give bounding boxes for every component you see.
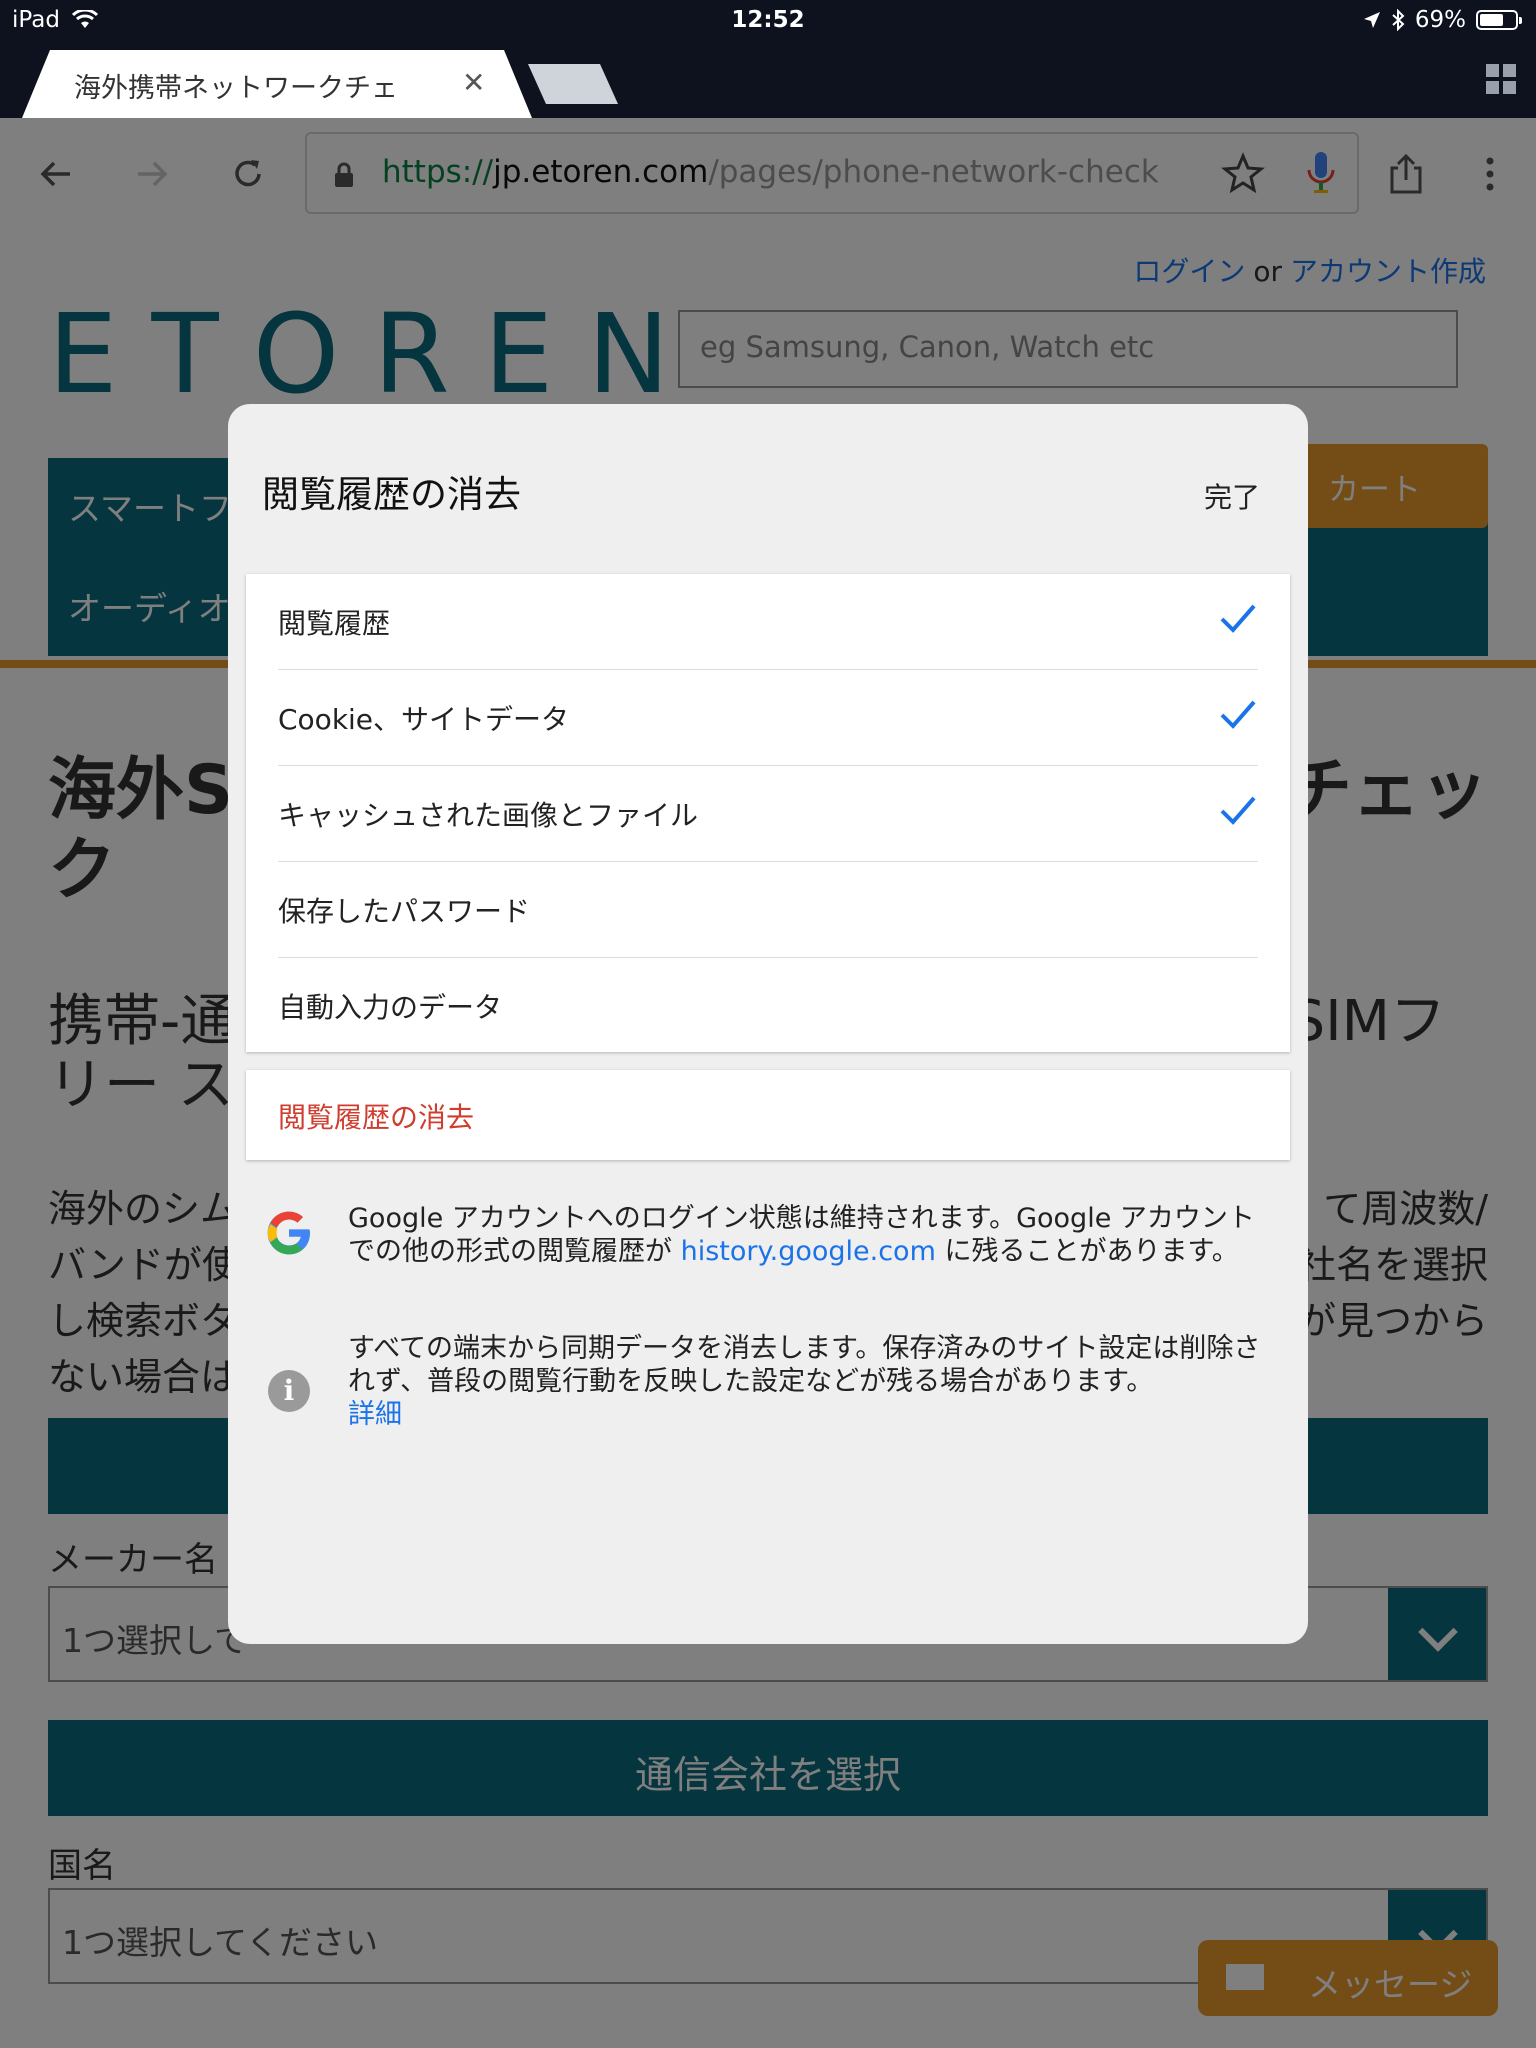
tab-strip: 海外携帯ネットワークチェ ✕	[0, 42, 1536, 118]
data-type-option-label: Cookie、サイトデータ	[278, 703, 570, 736]
tab-close-icon[interactable]: ✕	[462, 66, 485, 99]
details-link[interactable]: 詳細	[348, 1398, 1274, 1431]
data-type-option-label: 閲覧履歴	[278, 607, 391, 640]
data-type-option[interactable]: 保存したパスワード	[278, 862, 1258, 958]
google-account-note-text: Google アカウントへのログイン状態は維持されます。Google アカウント…	[348, 1202, 1274, 1268]
clear-browsing-data-dialog: 閲覧履歴の消去 完了 閲覧履歴 Cookie、サイトデータキャッシュされた画像とフ…	[228, 404, 1308, 1644]
data-type-list: 閲覧履歴 Cookie、サイトデータキャッシュされた画像とファイル 保存したパスワー…	[246, 574, 1290, 1052]
data-type-option[interactable]: Cookie、サイトデータ	[278, 670, 1258, 766]
status-bar: iPad 12:52 69%	[0, 0, 1536, 42]
sync-note-body: すべての端末から同期データを消去します。保存済みのサイト設定は削除されず、普段の…	[348, 1333, 1261, 1397]
google-note-text-after: に残ることがあります。	[935, 1236, 1239, 1267]
bluetooth-icon	[1392, 9, 1405, 31]
clear-browsing-data-label: 閲覧履歴の消去	[278, 1101, 475, 1134]
data-type-option[interactable]: 自動入力のデータ	[278, 958, 1258, 1054]
tab-title[interactable]: 海外携帯ネットワークチェ	[74, 66, 434, 105]
checkmark-icon	[1220, 796, 1256, 825]
info-icon: i	[268, 1370, 310, 1412]
location-icon	[1363, 12, 1380, 28]
data-type-option[interactable]: キャッシュされた画像とファイル	[278, 766, 1258, 862]
battery-percent: 69%	[1414, 7, 1466, 33]
clock: 12:52	[731, 7, 805, 33]
battery-icon	[1476, 10, 1522, 30]
sync-note-text: すべての端末から同期データを消去します。保存済みのサイト設定は削除されず、普段の…	[348, 1332, 1274, 1431]
history-google-link[interactable]: history.google.com	[681, 1236, 936, 1267]
google-g-icon	[267, 1211, 311, 1255]
data-type-option[interactable]: 閲覧履歴	[278, 574, 1258, 670]
checkmark-icon	[1220, 604, 1256, 633]
done-button[interactable]: 完了	[1204, 476, 1260, 516]
data-type-option-label: 自動入力のデータ	[278, 991, 503, 1024]
checkmark-icon	[1220, 700, 1256, 729]
new-tab-button[interactable]	[528, 64, 618, 104]
data-type-option-label: 保存したパスワード	[278, 895, 531, 928]
clear-browsing-data-button[interactable]: 閲覧履歴の消去	[246, 1070, 1290, 1160]
data-type-option-label: キャッシュされた画像とファイル	[278, 799, 699, 832]
dialog-title: 閲覧履歴の消去	[262, 473, 521, 516]
tab-switcher-icon[interactable]	[1486, 64, 1516, 94]
